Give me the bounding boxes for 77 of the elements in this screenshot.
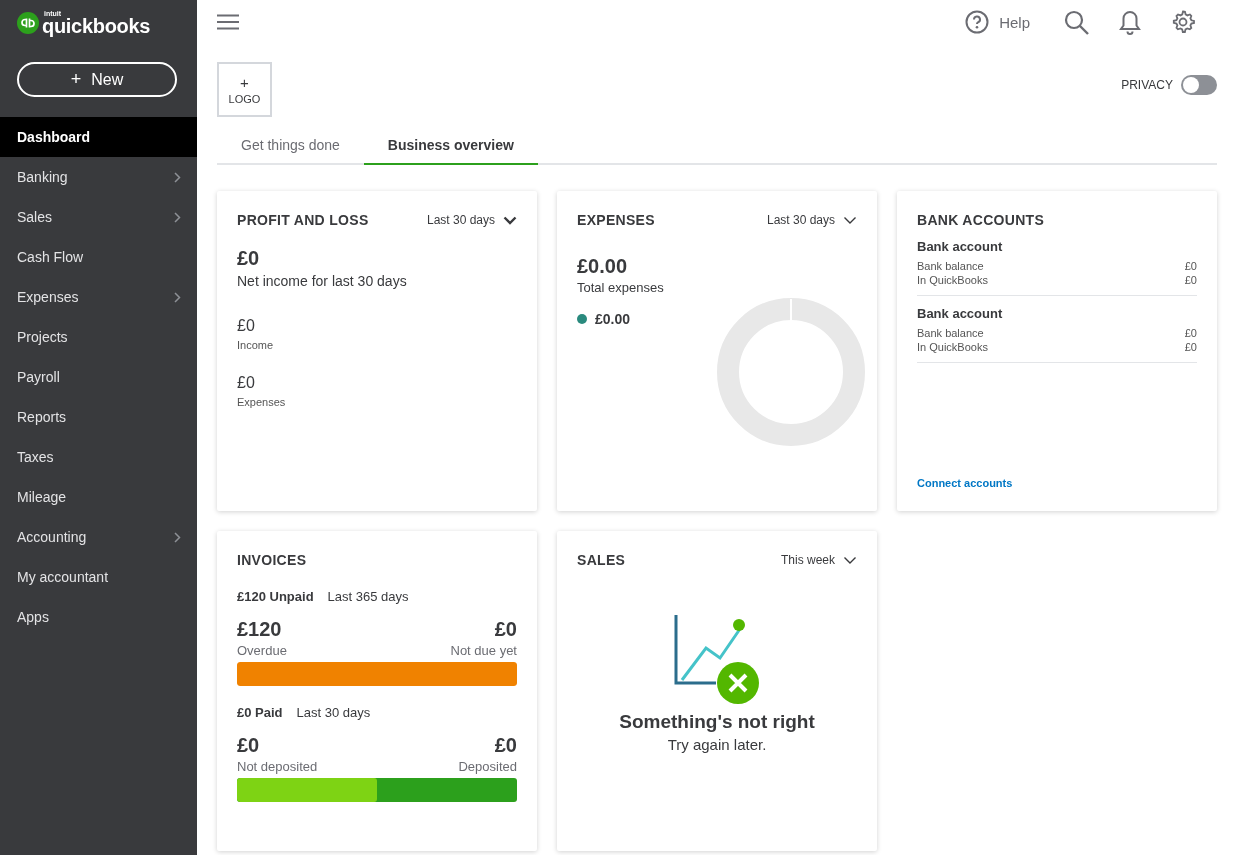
amount-label: Income — [237, 339, 275, 351]
notifications-icon[interactable] — [1119, 9, 1141, 35]
chevron-down-icon — [843, 555, 857, 565]
card-title: INVOICES — [237, 552, 307, 568]
sidebar-item[interactable]: Banking — [0, 157, 197, 197]
balance-label: In QuickBooks — [917, 340, 988, 354]
amount-label: Overdue — [237, 643, 287, 658]
sidebar-item[interactable]: Apps — [0, 597, 197, 637]
chevron-right-icon — [174, 291, 181, 303]
sidebar-item[interactable]: Projects — [0, 317, 197, 357]
balance-value: £0 — [1184, 273, 1197, 287]
amount: £0 — [237, 374, 256, 392]
card-title: BANK ACCOUNTS — [917, 212, 1045, 228]
sidebar-item[interactable]: Taxes — [0, 437, 197, 477]
balance-label: In QuickBooks — [917, 273, 988, 287]
card-title: SALES — [577, 552, 626, 568]
account-name: Bank account — [917, 306, 1004, 321]
sidebar-item[interactable]: Dashboard — [0, 117, 197, 157]
chevron-down-icon — [503, 215, 517, 225]
net-income-value: £0 — [237, 247, 261, 270]
sidebar-item[interactable]: Mileage — [0, 477, 197, 517]
sidebar-item[interactable]: My accountant — [0, 557, 197, 597]
new-button[interactable]: + New — [17, 62, 177, 97]
total-expenses-value: £0.00 — [577, 255, 629, 278]
invoice-summary: £0 Paid — [237, 705, 283, 720]
sidebar-item[interactable]: Accounting — [0, 517, 197, 557]
brand-name: quickbooks — [42, 16, 151, 36]
account-name: Bank account — [917, 239, 1004, 254]
total-expenses-label: Total expenses — [577, 280, 665, 295]
invoice-period: Last 30 days — [296, 705, 371, 720]
tab[interactable]: Business overview — [363, 126, 538, 165]
menu-icon[interactable] — [217, 14, 239, 30]
connect-accounts-link[interactable]: Connect accounts — [917, 477, 1197, 489]
sidebar-item[interactable]: Cash Flow — [0, 237, 197, 277]
sidebar-item[interactable]: Reports — [0, 397, 197, 437]
amount: £0 — [237, 317, 256, 335]
amount: £120 — [237, 618, 282, 641]
amount-label: Not deposited — [237, 759, 318, 774]
amount-label: Deposited — [458, 759, 517, 774]
amount-label: Expenses — [237, 396, 287, 408]
amount: £0 — [494, 618, 517, 641]
balance-label: Bank balance — [917, 259, 984, 273]
balance-value: £0 — [1184, 340, 1197, 354]
legend-value: £0.00 — [595, 311, 631, 327]
balance-value: £0 — [1184, 259, 1197, 273]
sidebar-item[interactable]: Payroll — [0, 357, 197, 397]
privacy-label: PRIVACY — [1121, 78, 1173, 92]
error-title: Something's not right — [619, 711, 815, 733]
card-title: EXPENSES — [577, 212, 655, 228]
privacy-toggle[interactable] — [1181, 75, 1217, 95]
chart-error-icon — [674, 613, 760, 705]
amount-label: Not due yet — [450, 643, 517, 658]
period-dropdown[interactable]: This week — [780, 553, 857, 567]
logo-icon — [17, 12, 39, 34]
sidebar-item[interactable]: Sales — [0, 197, 197, 237]
period-dropdown[interactable]: Last 30 days — [766, 213, 857, 227]
sidebar-item[interactable]: Expenses — [0, 277, 197, 317]
tab[interactable]: Get things done — [217, 126, 364, 165]
chevron-down-icon — [843, 215, 857, 225]
net-income-label: Net income for last 30 days — [237, 273, 408, 289]
chevron-right-icon — [174, 211, 181, 223]
error-message: Try again later. — [667, 736, 767, 753]
add-logo-button[interactable]: + LOGO — [217, 62, 272, 117]
search-icon[interactable] — [1064, 9, 1089, 35]
chevron-right-icon — [174, 531, 181, 543]
card-title: PROFIT AND LOSS — [237, 212, 369, 228]
amount: £0 — [494, 734, 517, 757]
help-button[interactable]: Help — [965, 10, 1030, 34]
balance-label: Bank balance — [917, 326, 984, 340]
amount: £0 — [237, 734, 260, 757]
invoice-period: Last 365 days — [327, 589, 409, 604]
invoice-summary: £120 Unpaid — [237, 589, 314, 604]
help-icon — [965, 10, 990, 34]
chevron-right-icon — [174, 171, 181, 183]
settings-icon[interactable] — [1171, 10, 1195, 34]
period-dropdown[interactable]: Last 30 days — [426, 213, 517, 227]
balance-value: £0 — [1184, 326, 1197, 340]
